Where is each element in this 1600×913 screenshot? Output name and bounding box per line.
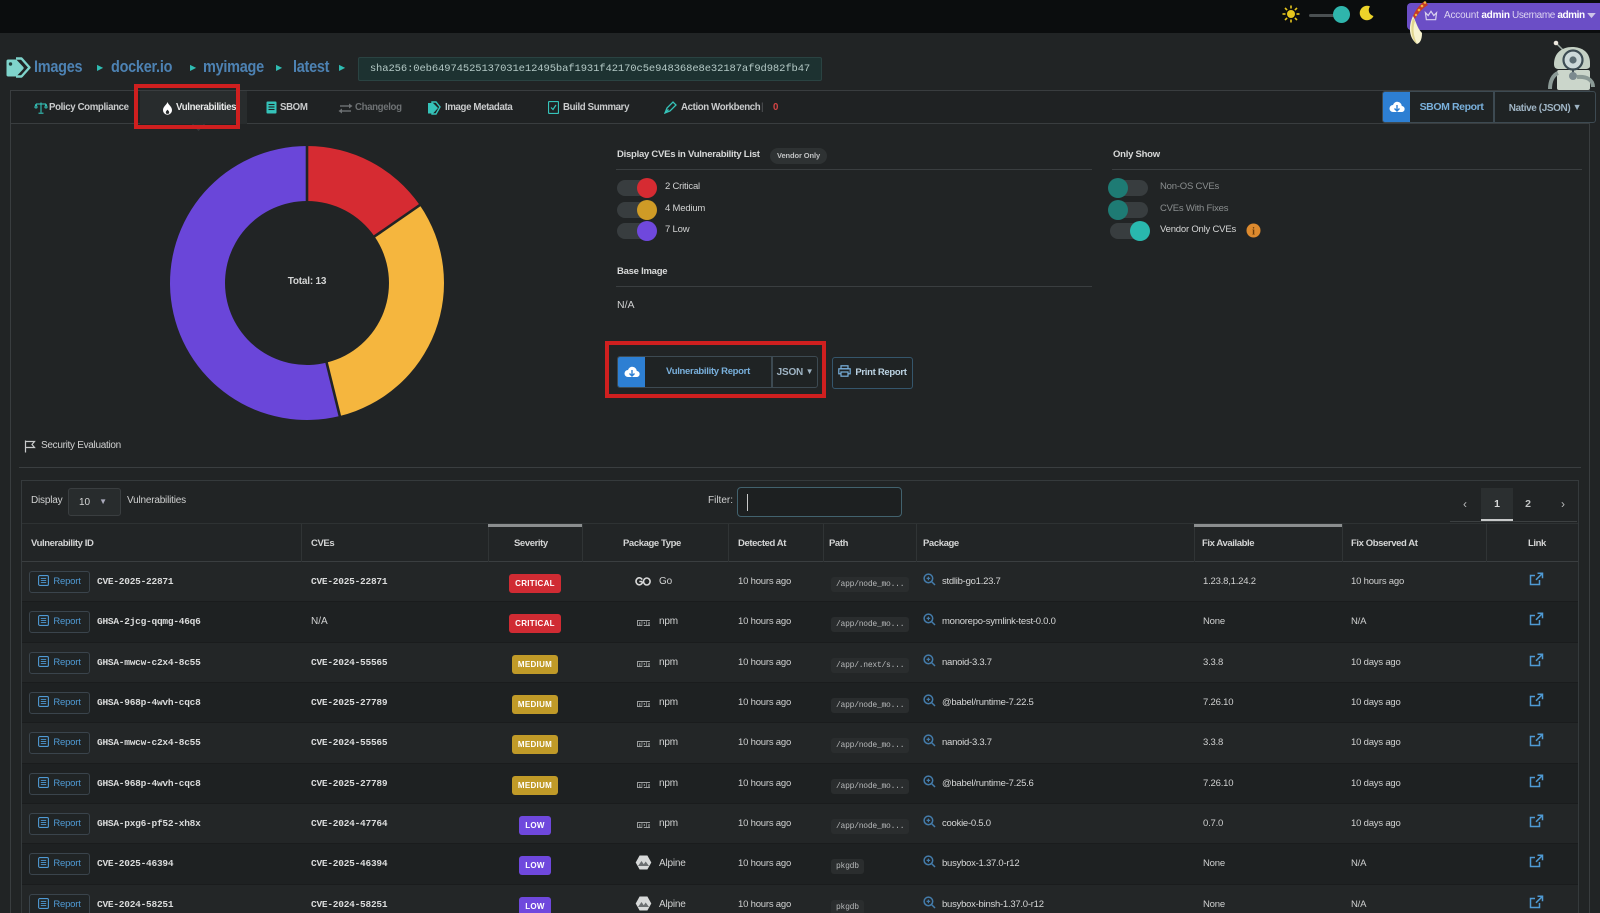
svg-text:i: i <box>1252 226 1255 237</box>
